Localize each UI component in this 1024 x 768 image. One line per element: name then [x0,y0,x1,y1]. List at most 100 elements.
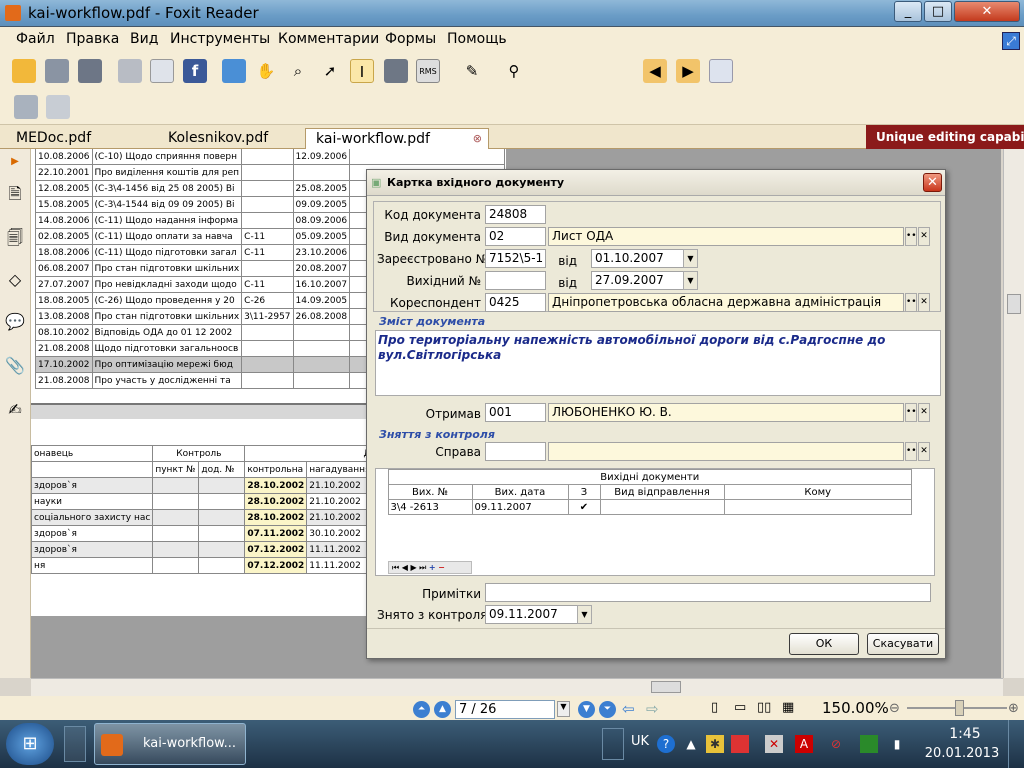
tab-close-icon[interactable]: ⊗ [473,132,482,145]
facing-icon[interactable]: ▯▯ [757,700,771,715]
typewriter-icon[interactable] [14,95,38,119]
notes-field[interactable] [485,583,931,602]
case-code-field[interactable] [485,442,546,461]
out-no-cell[interactable]: 3\4 -2613 [387,499,473,515]
back-icon[interactable]: ⇦ [622,700,635,718]
correspondent-clear-button[interactable]: ✕ [918,293,930,312]
first-record-icon[interactable]: ⏮ [392,563,399,572]
type-lookup-button[interactable]: ••• [905,227,922,246]
received-clear-button[interactable]: ✕ [918,403,930,422]
received-lookup-button[interactable]: ••• [905,403,922,422]
prev-record-icon[interactable]: ◀ [402,563,408,572]
page-number-input[interactable]: 7 / 26 [455,700,555,719]
highlight-icon[interactable] [46,95,70,119]
received-code-field[interactable]: 001 [485,403,546,422]
layers-icon[interactable]: ◇ [4,269,26,291]
help-tray-icon[interactable]: ? [657,735,675,753]
open-icon[interactable] [12,59,36,83]
menu-edit[interactable]: Правка [66,31,119,47]
pages-icon[interactable]: 🗐 [4,227,26,249]
page-dropdown-icon[interactable]: ▼ [557,701,570,717]
fullscreen-icon[interactable] [222,59,246,83]
code-field[interactable]: 24808 [485,205,546,224]
tab-kai-workflow[interactable]: kai-workflow.pdf ⊗ [305,128,489,149]
correspondent-code-field[interactable]: 0425 [485,293,546,312]
dialog-close-button[interactable]: ✕ [923,173,942,192]
zoom-out-icon[interactable]: ⊖ [889,701,900,716]
continuous-facing-icon[interactable]: ▦ [782,700,794,715]
tab-kolesnikov[interactable]: Kolesnikov.pdf [158,128,278,149]
horizontal-scroll-thumb[interactable] [651,681,681,693]
outgoing-doc-row[interactable]: 3\4 -2613 09.11.2007 ✔ [376,499,912,515]
close-button[interactable]: ✕ [954,1,1020,22]
minimize-button[interactable]: _ [894,1,922,22]
forward-icon[interactable]: ⇨ [646,700,659,718]
recipient-cell[interactable] [723,499,912,515]
tab-medoc[interactable]: MEDoc.pdf [6,128,101,149]
horizontal-scrollbar[interactable] [31,678,1003,696]
menu-help[interactable]: Помощь [447,31,507,47]
out-date-cell[interactable]: 09.11.2007 [471,499,569,515]
tray-app-icon[interactable]: ✱ [706,735,724,753]
delete-record-icon[interactable]: − [438,563,445,572]
add-record-icon[interactable]: + [429,563,436,572]
zoom-level[interactable]: 150.00% [822,699,889,717]
search-options-icon[interactable] [709,59,733,83]
clock-date[interactable]: 20.01.2013 [922,746,1002,761]
ok-button[interactable]: ОК [789,633,859,655]
z-checkbox[interactable]: ✔ [567,499,601,515]
binoculars-icon[interactable]: ⚲ [502,59,526,83]
hand-tool-icon[interactable]: ✋ [254,59,278,83]
previous-page-icon[interactable]: ▲ [434,701,451,718]
outgoing-number-field[interactable] [485,271,546,290]
expand-panel-icon[interactable]: ▶ [4,151,26,173]
facebook-icon[interactable]: f [183,59,207,83]
zoom-slider-thumb[interactable] [955,700,964,716]
single-page-icon[interactable]: ▯ [711,700,718,715]
taskbar-app-button[interactable]: kai-workflow... [94,723,246,765]
signatures-icon[interactable]: ✍ [4,399,26,421]
print-icon[interactable] [118,59,142,83]
find-previous-icon[interactable]: ◀ [643,59,667,83]
correspondent-lookup-button[interactable]: ••• [905,293,922,312]
last-record-icon[interactable]: ⏭ [419,563,426,572]
menu-file[interactable]: Файл [16,31,55,47]
send-type-cell[interactable] [599,499,725,515]
vertical-scroll-thumb[interactable] [1007,294,1021,314]
cancel-button[interactable]: Скасувати [867,633,939,655]
registered-number-field[interactable]: 7152\5-1 [485,249,546,268]
start-button[interactable]: ⊞ [6,723,54,765]
attachments-icon[interactable]: 📎 [4,355,26,377]
vertical-scrollbar[interactable] [1003,149,1024,678]
language-indicator[interactable]: UK [631,734,649,749]
case-name-field[interactable] [548,442,904,461]
removed-date-field[interactable]: 09.11.2007 [485,605,579,624]
bookmarks-icon[interactable]: 🗎 [4,183,26,205]
next-page-icon[interactable]: ▼ [578,701,595,718]
received-name-field[interactable]: ЛЮБОНЕНКО Ю. В. [548,403,904,422]
zoom-in-icon[interactable]: ⊕ [1008,701,1019,716]
promo-banner[interactable]: Unique editing capabilities [866,125,1024,149]
continuous-icon[interactable]: ▭ [734,700,746,715]
next-record-icon[interactable]: ▶ [410,563,416,572]
outgoing-date-field[interactable]: 27.09.2007 [591,271,685,290]
last-page-icon[interactable]: ⏷ [599,701,616,718]
type-clear-button[interactable]: ✕ [918,227,930,246]
snapshot-icon[interactable] [384,59,408,83]
save-as-icon[interactable] [78,59,102,83]
case-lookup-button[interactable]: ••• [905,442,922,461]
select-arrow-icon[interactable]: ➚ [318,59,342,83]
sign-tool-icon[interactable]: ✎ [460,59,484,83]
menu-tools[interactable]: Инструменты [170,31,270,47]
first-page-icon[interactable]: ⏶ [413,701,430,718]
menu-forms[interactable]: Формы [385,31,436,47]
volume-tray-icon[interactable]: ▮ [888,735,906,753]
restore-document-icon[interactable]: ⤢ [1002,32,1020,50]
maximize-button[interactable]: □ [924,1,952,22]
zoom-tool-icon[interactable]: ⌕ [286,59,310,83]
menu-comments[interactable]: Комментарии [278,31,379,47]
registered-date-dropdown-icon[interactable]: ▼ [683,249,698,268]
clock-time[interactable]: 1:45 [930,726,1000,742]
find-next-icon[interactable]: ▶ [676,59,700,83]
text-select-icon[interactable]: I [350,59,374,83]
